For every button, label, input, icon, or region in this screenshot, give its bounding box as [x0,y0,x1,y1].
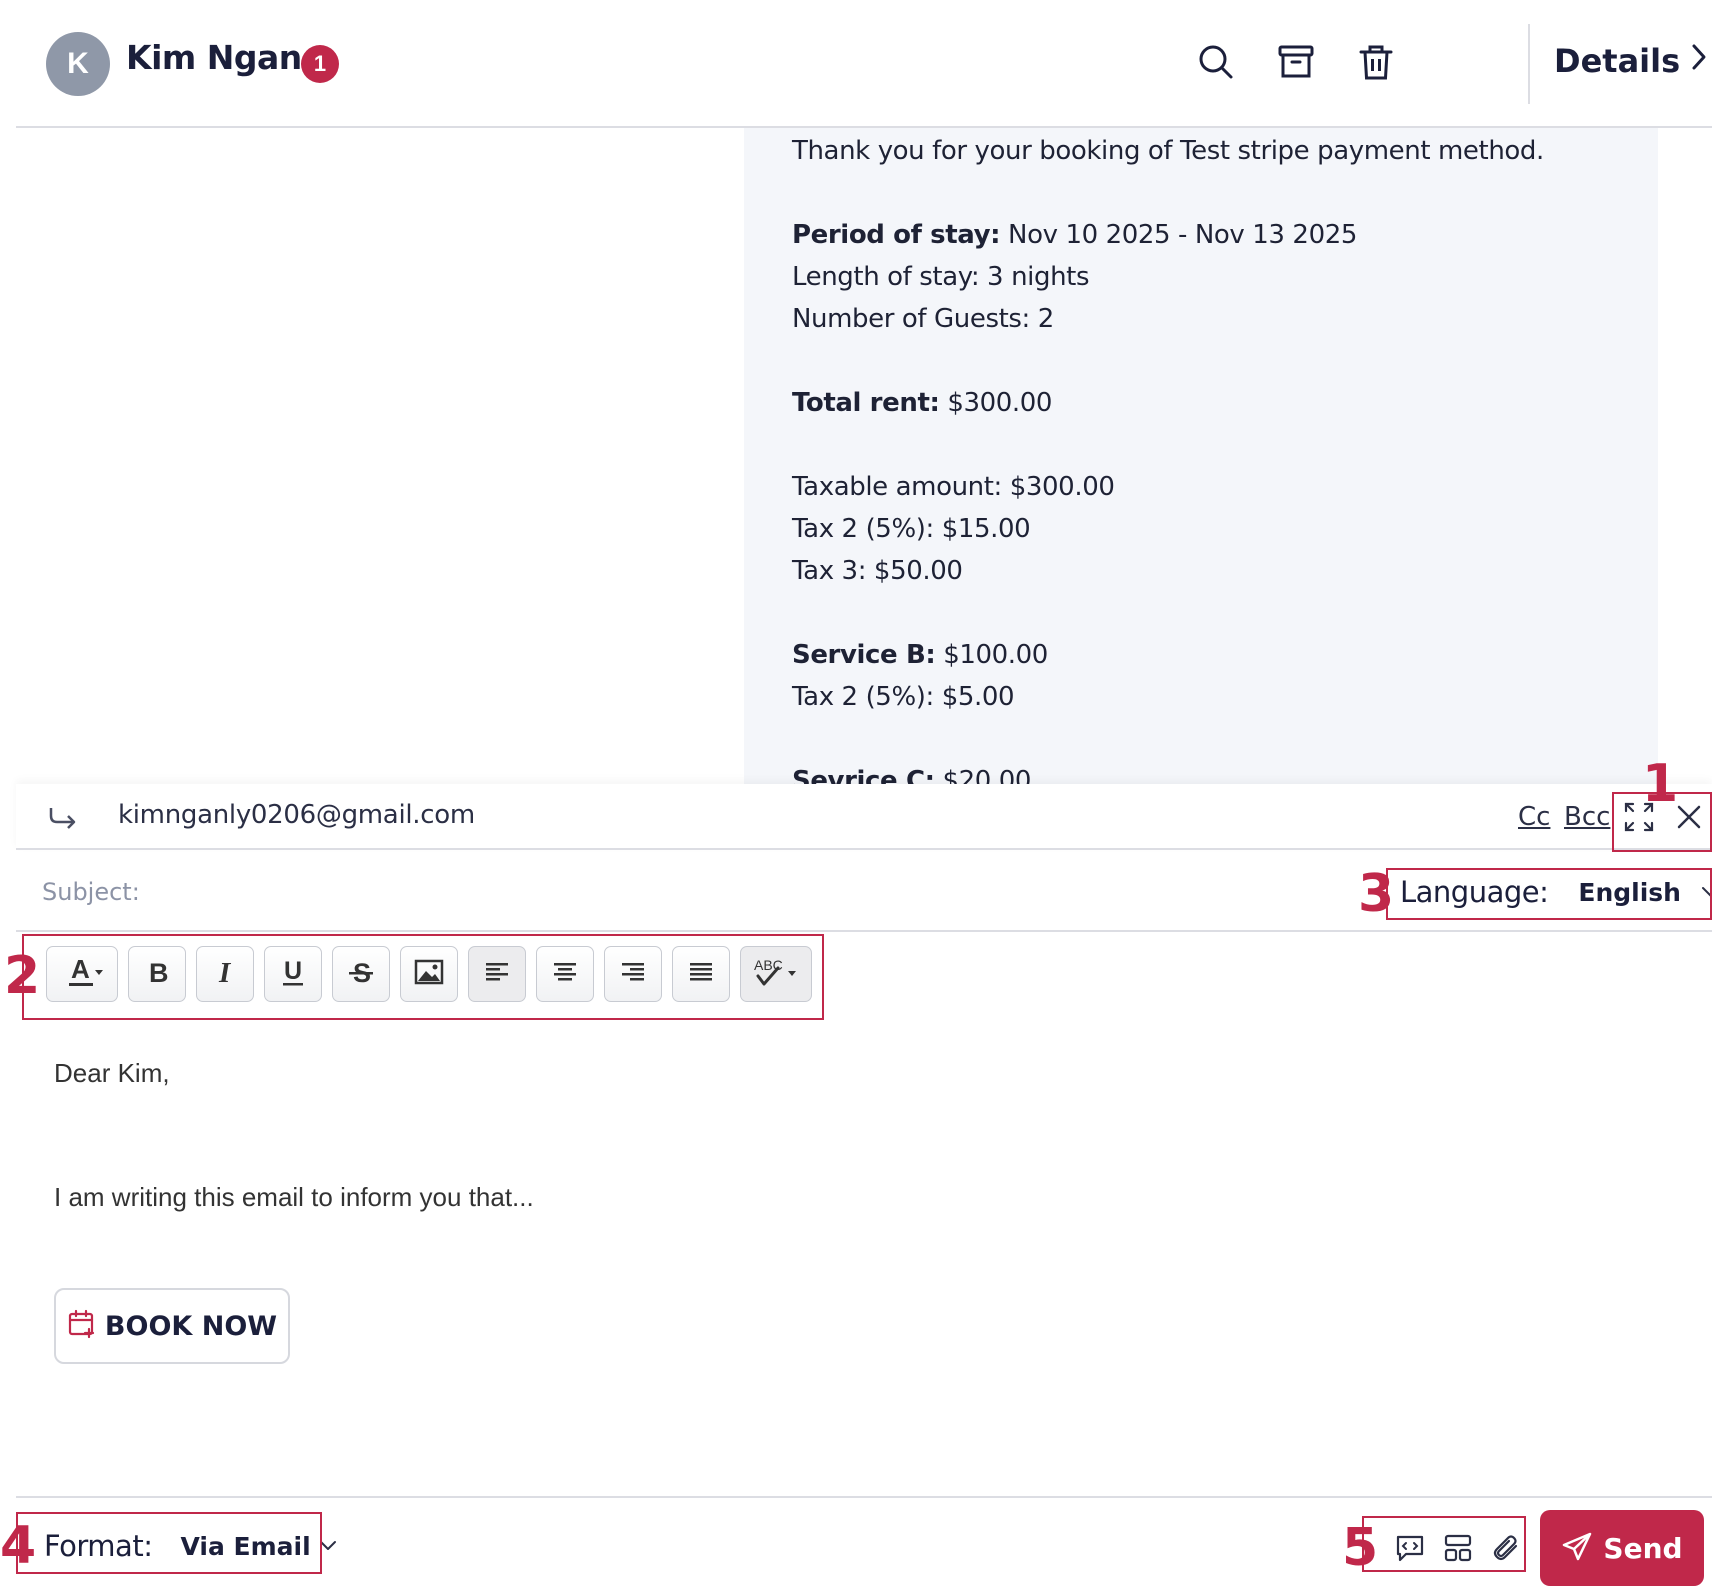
svg-text:ABC: ABC [754,957,783,973]
font-color-icon: A [57,952,107,997]
language-value: English [1578,877,1681,907]
subject-input[interactable] [42,872,942,912]
trash-icon[interactable] [1354,40,1398,84]
format-label: Format: [44,1529,153,1563]
annotation-number-5: 5 [1342,1518,1379,1578]
font-color-button[interactable]: A [46,946,118,1002]
svg-text:U: U [284,957,302,985]
cc-link[interactable]: Cc [1518,802,1550,832]
formatting-toolbar: A B I U S ABC [46,946,812,1004]
compose-footer: Format: Via Email Send [16,1496,1712,1596]
italic-icon: I [210,957,240,992]
service-c: Sevrice C: $20.00 [792,766,1032,784]
details-label: Details [1554,42,1681,80]
recipient-email[interactable]: kimnganly0206@gmail.com [118,800,475,830]
close-icon[interactable] [1676,804,1702,830]
align-center-button[interactable] [536,946,594,1002]
format-value: Via Email [180,1531,311,1561]
align-left-icon [483,960,511,989]
search-icon[interactable] [1194,40,1238,84]
conversation-header: K Kim Ngan 1 Details [16,0,1712,128]
annotation-number-1: 1 [1642,754,1679,814]
insert-image-button[interactable] [400,946,458,1002]
forward-arrow-icon [46,800,80,839]
svg-text:I: I [218,957,232,987]
strikethrough-icon: S [346,957,376,992]
strikethrough-button[interactable]: S [332,946,390,1002]
number-of-guests: Number of Guests: 2 [792,304,1054,334]
language-label: Language: [1400,875,1549,909]
chevron-down-icon [319,1540,337,1552]
total-rent: Total rent: $300.00 [792,388,1053,418]
unread-badge: 1 [301,45,339,83]
calendar-add-icon [67,1309,97,1344]
subject-row: Language: English [16,852,1712,932]
language-select[interactable]: Language: English [1400,870,1712,914]
send-icon [1561,1531,1593,1566]
message-intro: Thank you for your booking of Test strip… [792,136,1544,166]
format-select[interactable]: Format: Via Email [44,1520,337,1572]
send-label: Send [1603,1531,1683,1565]
chevron-down-icon [1701,885,1712,899]
annotation-number-4: 4 [0,1516,37,1576]
bcc-link[interactable]: Bcc [1564,802,1610,832]
annotation-number-2: 2 [4,946,41,1006]
header-divider [1528,24,1530,104]
align-right-button[interactable] [604,946,662,1002]
svg-text:B: B [149,958,169,987]
image-icon [414,959,444,990]
book-now-button[interactable]: BOOK NOW [54,1288,290,1364]
tax-3: Tax 3: $50.00 [792,556,963,586]
details-link[interactable]: Details [1554,42,1708,80]
message-preview: Thank you for your booking of Test strip… [744,128,1658,784]
spellcheck-icon: ABC [748,954,804,995]
chevron-right-icon [1690,42,1708,80]
length-of-stay: Length of stay: 3 nights [792,262,1090,292]
message-body: Thank you for your booking of Test strip… [792,130,1632,784]
tax-2: Tax 2 (5%): $15.00 [792,514,1031,544]
service-b-tax: Tax 2 (5%): $5.00 [792,682,1015,712]
annotation-number-3: 3 [1358,864,1395,924]
body-text: I am writing this email to inform you th… [54,1182,534,1212]
message-template-icon[interactable] [1390,1528,1430,1568]
book-now-label: BOOK NOW [104,1310,278,1342]
italic-button[interactable]: I [196,946,254,1002]
spellcheck-button[interactable]: ABC [740,946,812,1002]
archive-icon[interactable] [1274,40,1318,84]
paperclip-icon[interactable] [1486,1528,1526,1568]
svg-text:A: A [71,954,90,984]
underline-button[interactable]: U [264,946,322,1002]
bold-icon: B [142,957,172,992]
underline-icon: U [278,956,308,993]
align-left-button[interactable] [468,946,526,1002]
send-button[interactable]: Send [1540,1510,1704,1586]
justify-icon [687,960,715,989]
taxable-amount: Taxable amount: $300.00 [792,472,1115,502]
body-greeting: Dear Kim, [54,1058,170,1088]
period-of-stay: Period of stay: Nov 10 2025 - Nov 13 202… [792,220,1357,250]
bold-button[interactable]: B [128,946,186,1002]
avatar: K [46,32,110,96]
contact-name: Kim Ngan [126,38,302,77]
align-right-icon [619,960,647,989]
service-b: Service B: $100.00 [792,640,1048,670]
align-center-icon [551,960,579,989]
layout-blocks-icon[interactable] [1438,1528,1478,1568]
recipient-row: kimnganly0206@gmail.com Cc Bcc [16,784,1712,850]
justify-button[interactable] [672,946,730,1002]
